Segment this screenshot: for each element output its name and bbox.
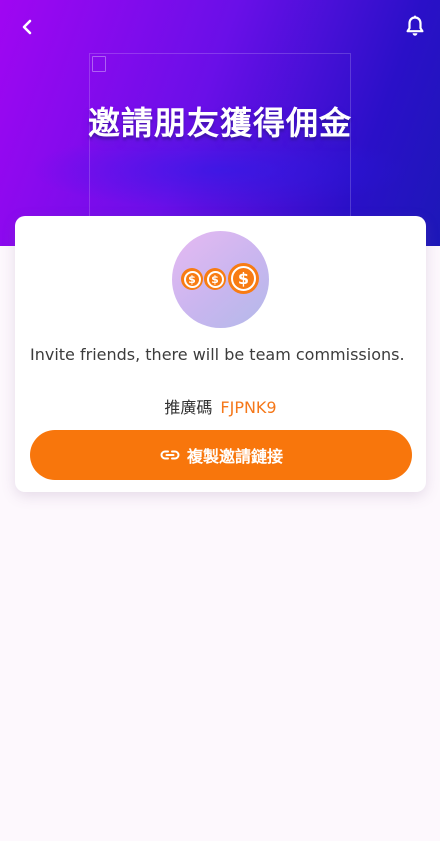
copy-invite-link-button[interactable]: 複製邀請鏈接	[30, 430, 412, 480]
small-coin-icon: $	[181, 268, 203, 290]
invite-card: $ $ $ Invite friends, there will be team…	[15, 216, 426, 492]
notification-button[interactable]	[402, 13, 428, 39]
back-button[interactable]	[14, 14, 40, 40]
hero-banner: 邀請朋友獲得佣金	[0, 0, 440, 246]
chevron-left-icon	[22, 19, 32, 35]
small-coin-icon: $	[204, 268, 226, 290]
page-title: 邀請朋友獲得佣金	[87, 105, 352, 141]
promo-code-row: 推廣碼 FJPNK9	[15, 394, 426, 418]
link-icon	[159, 448, 181, 462]
large-coin-icon: $	[228, 263, 259, 294]
copy-button-label: 複製邀請鏈接	[186, 449, 283, 466]
promo-code-value[interactable]: FJPNK9	[220, 398, 276, 417]
broken-image-icon	[92, 56, 106, 72]
invite-description: Invite friends, there will be team commi…	[30, 345, 405, 364]
dollar-coins-icon: $ $ $	[172, 231, 269, 328]
bell-icon	[406, 15, 424, 36]
promo-code-label: 推廣碼	[164, 398, 213, 417]
